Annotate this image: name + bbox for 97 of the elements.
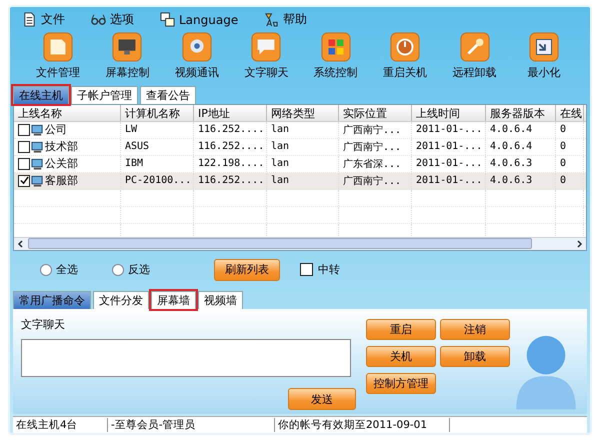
power-icon: [390, 32, 420, 62]
radio-button[interactable]: 反选: [112, 262, 184, 278]
command-button[interactable]: 关机: [366, 346, 436, 368]
table-cell: 客服部: [45, 173, 78, 188]
toolbar-button[interactable]: 文件管理: [26, 32, 90, 80]
radio-button[interactable]: 全选: [40, 262, 112, 278]
status-text: -至尊会员-管理员: [108, 418, 275, 432]
tab[interactable]: 屏幕墙: [151, 291, 196, 310]
table-cell: lan: [271, 175, 290, 186]
checkbox[interactable]: [18, 174, 30, 187]
checkbox[interactable]: [18, 140, 30, 153]
help-icon: [264, 12, 280, 28]
table-cell: 2011-01-...: [416, 158, 482, 170]
table-cell: 4.0.6.3: [490, 175, 532, 186]
checkbox[interactable]: [18, 158, 30, 170]
table-cell: 2011-01-...: [416, 124, 482, 136]
table-cell: 公司: [45, 122, 67, 138]
toolbar-button[interactable]: 屏幕控制: [95, 32, 160, 80]
menu-item[interactable]: 文件: [22, 11, 65, 28]
send-button[interactable]: 发送: [288, 388, 356, 410]
computer-icon: [31, 124, 44, 136]
column-header[interactable]: 服务器版本: [486, 104, 556, 121]
tab[interactable]: 子帐户管理: [71, 86, 138, 104]
computer-icon: [31, 140, 44, 153]
chat-label: 文字聊天: [21, 317, 66, 332]
chat-input-field[interactable]: [21, 339, 351, 378]
toolbar-button[interactable]: 最小化: [512, 32, 576, 80]
toolbar-button[interactable]: 重启关机: [373, 32, 438, 80]
table-cell: 4.0.6.3: [490, 158, 532, 170]
column-header[interactable]: 上线时间: [412, 104, 486, 121]
status-text: 在线主机4台: [13, 418, 108, 432]
table-cell: ASUS: [125, 141, 150, 152]
table-cell: 116.252....: [198, 124, 264, 136]
column-header[interactable]: IP地址: [194, 104, 267, 121]
column-header[interactable]: 实际位置: [339, 104, 412, 121]
column-header[interactable]: 上线名称: [14, 104, 121, 121]
table-cell-text: 广西南宁...: [343, 174, 402, 188]
tab[interactable]: 常用广播命令: [13, 291, 91, 310]
command-button[interactable]: 卸载: [440, 346, 510, 368]
relay-checkbox[interactable]: 中转: [300, 262, 340, 278]
table-row[interactable]: 公司 LW 116.252.... lan 广西南宁... 2011-01-... 4.0.6.4 0: [14, 122, 586, 139]
refresh-list-button[interactable]: 刷新列表: [214, 258, 280, 281]
table-row[interactable]: 客服部 PC-20100... 116.252.... lan 广西南宁... 2011-01-... 4.0.6.3 0: [14, 172, 586, 190]
computer-icon: [31, 174, 44, 187]
table-cell: lan: [271, 141, 290, 152]
table-cell: LW: [125, 124, 138, 136]
column-header[interactable]: 计算机名称: [121, 104, 194, 121]
status-text: 你的帐号有效期至2011-09-01: [275, 418, 450, 432]
table-cell: 0: [560, 124, 566, 136]
windows-logo-icon: [320, 32, 351, 62]
tab[interactable]: 查看公告: [140, 86, 196, 104]
checkbox[interactable]: [18, 124, 30, 136]
folder-icon: [43, 32, 73, 62]
monitor-icon: [112, 32, 142, 62]
menu-item[interactable]: Language: [160, 12, 238, 28]
toolbar-button[interactable]: 远程卸载: [442, 32, 507, 80]
computer-icon: [31, 158, 44, 170]
table-cell: 116.252....: [198, 175, 264, 186]
column-header[interactable]: 在线: [556, 104, 584, 121]
tab[interactable]: 文件分发: [93, 291, 149, 310]
command-button[interactable]: 注销: [440, 319, 510, 340]
table-cell: 2011-01-...: [416, 141, 482, 152]
language-icon: [160, 12, 175, 28]
command-button[interactable]: 控制方管理: [366, 373, 436, 394]
table-cell-text: 广东省深...: [343, 158, 402, 171]
menu-item[interactable]: 选项: [91, 11, 134, 28]
table-cell: 2011-01-...: [416, 175, 482, 186]
column-header[interactable]: 网络类型: [267, 104, 339, 121]
table-cell-text: 广西南宁...: [343, 140, 402, 154]
table-cell: 0: [560, 158, 566, 170]
glasses-icon: [91, 12, 106, 28]
table-cell: 0: [560, 175, 566, 186]
document-icon: [22, 12, 37, 28]
table-cell: 0: [560, 141, 566, 152]
toolbar-button[interactable]: 系统控制: [304, 32, 368, 80]
table-row[interactable]: 技术部 ASUS 116.252.... lan 广西南宁... 2011-01-... 4.0.6.4 0: [14, 138, 586, 156]
table-cell: 公关部: [45, 156, 78, 172]
tab[interactable]: 在线主机: [13, 86, 69, 104]
toolbar-button[interactable]: 文字聊天: [234, 32, 298, 80]
webcam-icon: [182, 32, 212, 62]
menu-item[interactable]: 帮助: [264, 11, 308, 28]
table-cell-text: 广西南宁...: [343, 124, 402, 137]
command-button[interactable]: 重启: [366, 319, 436, 340]
table-cell: 技术部: [45, 139, 78, 154]
table-cell: 4.0.6.4: [490, 124, 532, 136]
table-cell: 122.198....: [198, 158, 264, 170]
table-cell: PC-20100...: [125, 175, 192, 186]
table-cell: lan: [271, 158, 290, 170]
tab[interactable]: 视频墙: [198, 291, 243, 310]
table-cell: lan: [271, 124, 290, 136]
minimize-icon: [528, 32, 559, 62]
speech-bubble-icon: [251, 32, 282, 62]
table-cell: 4.0.6.4: [490, 141, 532, 152]
table-cell: 116.252....: [198, 141, 264, 152]
table-cell: IBM: [125, 158, 144, 170]
horizontal-scrollbar[interactable]: [14, 236, 586, 250]
toolbar-button[interactable]: 视频通讯: [164, 32, 229, 80]
